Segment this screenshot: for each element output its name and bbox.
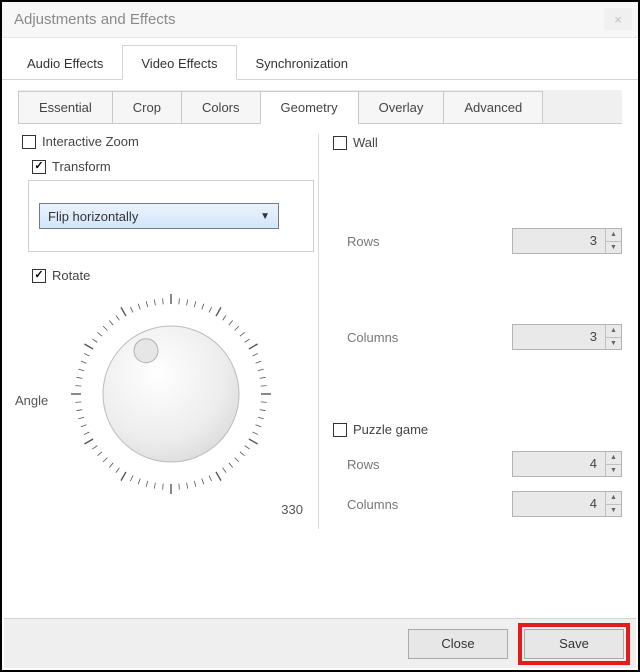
window-close-button[interactable]: ×: [604, 8, 632, 30]
tab-overlay[interactable]: Overlay: [358, 91, 445, 124]
puzzle-label: Puzzle game: [353, 422, 428, 437]
rotate-checkbox[interactable]: [32, 269, 46, 283]
wall-label: Wall: [353, 135, 378, 150]
save-button[interactable]: Save: [524, 629, 624, 659]
chevron-down-icon[interactable]: ▼: [606, 465, 621, 477]
chevron-up-icon[interactable]: ▲: [606, 325, 621, 338]
rotate-dial-group: Angle 330: [51, 289, 291, 519]
window-title: Adjustments and Effects: [14, 11, 175, 28]
wall-rows-spinner[interactable]: 3 ▲▼: [512, 228, 622, 254]
puzzle-columns-spinner[interactable]: 4 ▲▼: [512, 491, 622, 517]
interactive-zoom-label: Interactive Zoom: [42, 134, 139, 149]
puzzle-columns-label: Columns: [347, 497, 398, 512]
chevron-up-icon[interactable]: ▲: [606, 452, 621, 465]
wall-rows-label: Rows: [347, 234, 380, 249]
tab-essential[interactable]: Essential: [18, 91, 113, 124]
tab-crop[interactable]: Crop: [112, 91, 182, 124]
wall-columns-spinner[interactable]: 3 ▲▼: [512, 324, 622, 350]
tab-colors[interactable]: Colors: [181, 91, 261, 124]
chevron-down-icon[interactable]: ▼: [606, 505, 621, 517]
tab-video-effects[interactable]: Video Effects: [122, 45, 236, 80]
chevron-down-icon: ▼: [260, 211, 270, 222]
angle-readout: 330: [281, 502, 303, 517]
interactive-zoom-checkbox[interactable]: [22, 135, 36, 149]
transform-checkbox[interactable]: [32, 160, 46, 174]
wall-rows-value: 3: [513, 229, 605, 253]
tab-audio-effects[interactable]: Audio Effects: [8, 45, 122, 80]
angle-dial[interactable]: [66, 289, 276, 499]
transform-mode-dropdown[interactable]: Flip horizontally ▼: [39, 203, 279, 229]
main-tab-strip: Audio Effects Video Effects Synchronizat…: [2, 38, 638, 80]
puzzle-rows-spinner[interactable]: 4 ▲▼: [512, 451, 622, 477]
close-button[interactable]: Close: [408, 629, 508, 659]
puzzle-columns-value: 4: [513, 492, 605, 516]
chevron-down-icon[interactable]: ▼: [606, 338, 621, 350]
wall-columns-value: 3: [513, 325, 605, 349]
chevron-down-icon[interactable]: ▼: [606, 242, 621, 254]
transform-label: Transform: [52, 159, 111, 174]
chevron-up-icon[interactable]: ▲: [606, 492, 621, 505]
dialog-footer: Close Save: [4, 618, 636, 668]
angle-label: Angle: [15, 393, 48, 408]
tab-synchronization[interactable]: Synchronization: [237, 45, 368, 80]
tab-geometry[interactable]: Geometry: [260, 91, 359, 124]
title-bar: Adjustments and Effects ×: [2, 2, 638, 38]
wall-checkbox[interactable]: [333, 136, 347, 150]
transform-group: Flip horizontally ▼: [28, 180, 314, 252]
puzzle-rows-label: Rows: [347, 457, 380, 472]
sub-tab-strip: Essential Crop Colors Geometry Overlay A…: [18, 90, 622, 124]
wall-columns-label: Columns: [347, 330, 398, 345]
tab-advanced[interactable]: Advanced: [443, 91, 543, 124]
rotate-label: Rotate: [52, 268, 90, 283]
puzzle-rows-value: 4: [513, 452, 605, 476]
chevron-up-icon[interactable]: ▲: [606, 229, 621, 242]
puzzle-checkbox[interactable]: [333, 423, 347, 437]
save-button-highlight: Save: [518, 623, 630, 665]
transform-mode-value: Flip horizontally: [48, 209, 138, 224]
